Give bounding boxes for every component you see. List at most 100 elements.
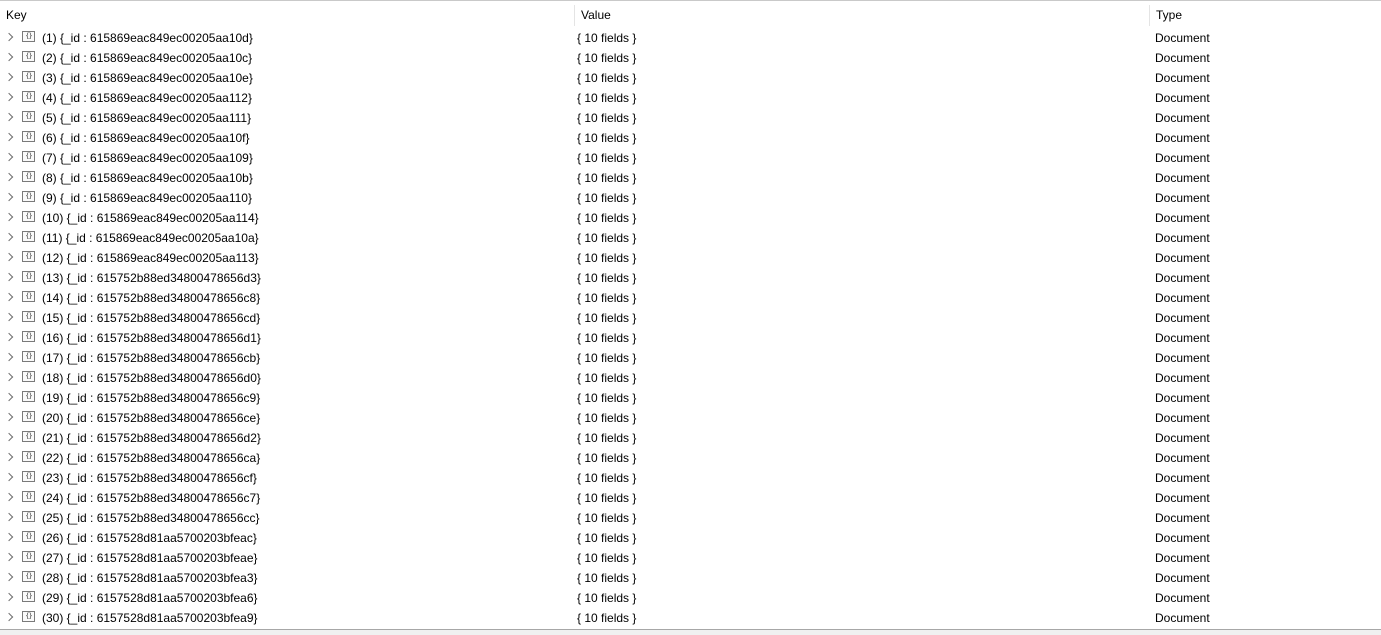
table-row[interactable]: {} (8) {_id : 615869eac849ec00205aa10b} { …: [0, 168, 1381, 188]
chevron-right-icon[interactable]: [4, 512, 14, 522]
value-cell: { 10 fields }: [577, 431, 637, 445]
chevron-right-icon[interactable]: [4, 252, 14, 262]
key-text: (22) {_id : 615752b88ed34800478656ca}: [42, 451, 261, 465]
key-cell: {} (12) {_id : 615869eac849ec00205aa113}: [0, 248, 572, 268]
chevron-right-icon[interactable]: [4, 552, 14, 562]
table-row[interactable]: {} (21) {_id : 615752b88ed34800478656d2}{…: [0, 428, 1381, 448]
chevron-right-icon[interactable]: [4, 492, 14, 502]
chevron-right-icon[interactable]: [4, 392, 14, 402]
table-row[interactable]: {} (16) {_id : 615752b88ed34800478656d1}{…: [0, 328, 1381, 348]
chevron-right-icon[interactable]: [4, 32, 14, 42]
chevron-right-icon[interactable]: [4, 572, 14, 582]
document-icon: {}: [22, 51, 35, 62]
type-cell: Document: [1155, 611, 1210, 625]
chevron-right-icon[interactable]: [4, 472, 14, 482]
table-row[interactable]: {} (20) {_id : 615752b88ed34800478656ce}{…: [0, 408, 1381, 428]
document-icon: {}: [22, 471, 35, 482]
table-row[interactable]: {} (25) {_id : 615752b88ed34800478656cc}{…: [0, 508, 1381, 528]
key-cell: {} (22) {_id : 615752b88ed34800478656ca}: [0, 448, 572, 468]
column-header-key[interactable]: Key: [0, 5, 575, 26]
document-icon: {}: [22, 611, 35, 622]
type-cell: Document: [1155, 291, 1210, 305]
chevron-right-icon[interactable]: [4, 152, 14, 162]
key-text: (16) {_id : 615752b88ed34800478656d1}: [42, 331, 261, 345]
column-header-value[interactable]: Value: [575, 5, 1150, 26]
value-cell: { 10 fields }: [577, 251, 637, 265]
table-row[interactable]: {} (14) {_id : 615752b88ed34800478656c8}{…: [0, 288, 1381, 308]
chevron-right-icon[interactable]: [4, 292, 14, 302]
table-row[interactable]: {} (1) {_id : 615869eac849ec00205aa10d} { …: [0, 28, 1381, 48]
table-row[interactable]: {} (23) {_id : 615752b88ed34800478656cf}{…: [0, 468, 1381, 488]
chevron-right-icon[interactable]: [4, 332, 14, 342]
table-row[interactable]: {} (13) {_id : 615752b88ed34800478656d3}{…: [0, 268, 1381, 288]
table-row[interactable]: {} (22) {_id : 615752b88ed34800478656ca}{…: [0, 448, 1381, 468]
table-row[interactable]: {} (7) {_id : 615869eac849ec00205aa109} { …: [0, 148, 1381, 168]
table-row[interactable]: {} (17) {_id : 615752b88ed34800478656cb}{…: [0, 348, 1381, 368]
chevron-right-icon[interactable]: [4, 212, 14, 222]
chevron-right-icon[interactable]: [4, 592, 14, 602]
value-cell: { 10 fields }: [577, 171, 637, 185]
value-cell: { 10 fields }: [577, 151, 637, 165]
chevron-right-icon[interactable]: [4, 612, 14, 622]
table-row[interactable]: {} (4) {_id : 615869eac849ec00205aa112} { …: [0, 88, 1381, 108]
table-row[interactable]: {} (26) {_id : 6157528d81aa5700203bfeac}{…: [0, 528, 1381, 548]
column-header-row: Key Value Type: [0, 5, 1381, 26]
table-row[interactable]: {} (24) {_id : 615752b88ed34800478656c7}{…: [0, 488, 1381, 508]
table-row[interactable]: {} (2) {_id : 615869eac849ec00205aa10c} { …: [0, 48, 1381, 68]
table-row[interactable]: {} (15) {_id : 615752b88ed34800478656cd}{…: [0, 308, 1381, 328]
table-row[interactable]: {} (30) {_id : 6157528d81aa5700203bfea9}{…: [0, 608, 1381, 628]
key-cell: {} (5) {_id : 615869eac849ec00205aa111}: [0, 108, 572, 128]
type-cell: Document: [1155, 171, 1210, 185]
key-text: (17) {_id : 615752b88ed34800478656cb}: [42, 351, 261, 365]
chevron-right-icon[interactable]: [4, 372, 14, 382]
value-cell: { 10 fields }: [577, 531, 637, 545]
chevron-right-icon[interactable]: [4, 52, 14, 62]
value-cell: { 10 fields }: [577, 31, 637, 45]
horizontal-scrollbar[interactable]: [0, 629, 1381, 635]
chevron-right-icon[interactable]: [4, 232, 14, 242]
column-header-type[interactable]: Type: [1150, 5, 1381, 26]
value-cell: { 10 fields }: [577, 211, 637, 225]
key-cell: {} (6) {_id : 615869eac849ec00205aa10f}: [0, 128, 572, 148]
chevron-right-icon[interactable]: [4, 312, 14, 322]
chevron-right-icon[interactable]: [4, 192, 14, 202]
table-row[interactable]: {} (11) {_id : 615869eac849ec00205aa10a}{…: [0, 228, 1381, 248]
chevron-right-icon[interactable]: [4, 352, 14, 362]
type-cell: Document: [1155, 371, 1210, 385]
table-row[interactable]: {} (28) {_id : 6157528d81aa5700203bfea3}{…: [0, 568, 1381, 588]
chevron-right-icon[interactable]: [4, 452, 14, 462]
chevron-right-icon[interactable]: [4, 132, 14, 142]
chevron-right-icon[interactable]: [4, 72, 14, 82]
document-icon: {}: [22, 271, 35, 282]
key-cell: {} (16) {_id : 615752b88ed34800478656d1}: [0, 328, 572, 348]
document-icon: {}: [22, 551, 35, 562]
table-row[interactable]: {} (9) {_id : 615869eac849ec00205aa110} { …: [0, 188, 1381, 208]
key-text: (21) {_id : 615752b88ed34800478656d2}: [42, 431, 261, 445]
chevron-right-icon[interactable]: [4, 172, 14, 182]
type-cell: Document: [1155, 151, 1210, 165]
type-cell: Document: [1155, 311, 1210, 325]
table-row[interactable]: {} (6) {_id : 615869eac849ec00205aa10f} { …: [0, 128, 1381, 148]
type-cell: Document: [1155, 111, 1210, 125]
document-icon: {}: [22, 111, 35, 122]
chevron-right-icon[interactable]: [4, 272, 14, 282]
document-icon: {}: [22, 91, 35, 102]
table-row[interactable]: {} (29) {_id : 6157528d81aa5700203bfea6}{…: [0, 588, 1381, 608]
chevron-right-icon[interactable]: [4, 412, 14, 422]
chevron-right-icon[interactable]: [4, 92, 14, 102]
table-row[interactable]: {} (3) {_id : 615869eac849ec00205aa10e} { …: [0, 68, 1381, 88]
table-row[interactable]: {} (19) {_id : 615752b88ed34800478656c9}{…: [0, 388, 1381, 408]
chevron-right-icon[interactable]: [4, 432, 14, 442]
key-text: (1) {_id : 615869eac849ec00205aa10d}: [42, 31, 253, 45]
value-cell: { 10 fields }: [577, 511, 637, 525]
document-icon: {}: [22, 371, 35, 382]
table-row[interactable]: {} (10) {_id : 615869eac849ec00205aa114}{…: [0, 208, 1381, 228]
table-row[interactable]: {} (12) {_id : 615869eac849ec00205aa113} {…: [0, 248, 1381, 268]
chevron-right-icon[interactable]: [4, 112, 14, 122]
table-row[interactable]: {} (27) {_id : 6157528d81aa5700203bfeae}{…: [0, 548, 1381, 568]
table-row[interactable]: {} (18) {_id : 615752b88ed34800478656d0}{…: [0, 368, 1381, 388]
key-text: (8) {_id : 615869eac849ec00205aa10b}: [42, 171, 253, 185]
chevron-right-icon[interactable]: [4, 532, 14, 542]
table-row[interactable]: {} (5) {_id : 615869eac849ec00205aa111} { …: [0, 108, 1381, 128]
value-cell: { 10 fields }: [577, 411, 637, 425]
